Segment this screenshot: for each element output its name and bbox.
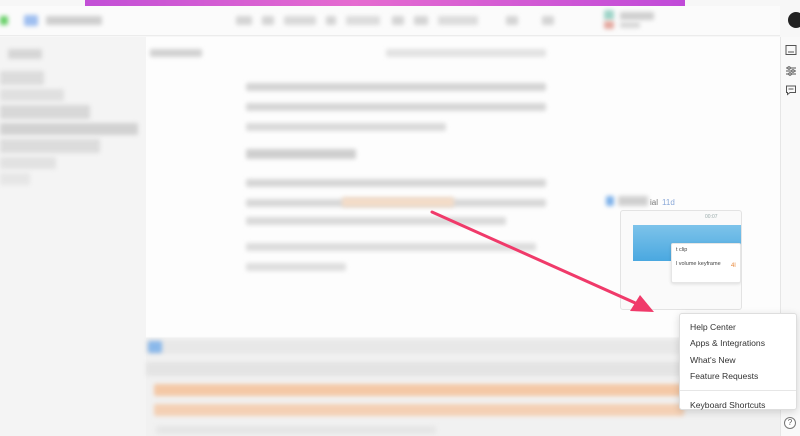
comment-icon[interactable] bbox=[784, 83, 798, 97]
doc-text-line bbox=[246, 217, 506, 225]
preview-tag: 4l bbox=[731, 263, 736, 269]
preview-menu-line: t clip bbox=[676, 247, 688, 253]
doc-text-line bbox=[246, 83, 546, 91]
sliders-icon[interactable] bbox=[784, 64, 798, 78]
preview-timecode: 00:07 bbox=[705, 214, 718, 220]
top-bar bbox=[0, 6, 780, 36]
collaborator-avatar[interactable] bbox=[604, 21, 614, 29]
status-indicator bbox=[0, 16, 8, 25]
user-avatar[interactable] bbox=[788, 12, 800, 28]
toolbar-item[interactable] bbox=[326, 16, 336, 25]
help-menu: Help Center Apps & Integrations What's N… bbox=[679, 313, 797, 410]
doc-breadcrumb[interactable] bbox=[150, 49, 202, 57]
comment-avatar[interactable] bbox=[606, 196, 614, 206]
toolbar-item[interactable] bbox=[236, 16, 252, 25]
help-icon[interactable]: ? bbox=[784, 417, 796, 429]
toolbar-item[interactable] bbox=[284, 16, 316, 25]
doc-text-line bbox=[246, 103, 546, 111]
comment-author-suffix: ial bbox=[650, 198, 659, 207]
doc-highlight bbox=[342, 197, 454, 207]
doc-text-line bbox=[246, 179, 546, 187]
app-window: ial 11d 00:07 t clip l volume keyframe 4l bbox=[0, 0, 800, 436]
doc-title[interactable] bbox=[46, 16, 102, 25]
collaborator-name bbox=[620, 12, 654, 20]
timeline-clip[interactable] bbox=[154, 384, 684, 396]
left-sidebar bbox=[0, 37, 146, 436]
sidebar-item[interactable] bbox=[0, 173, 30, 185]
doc-heading bbox=[246, 149, 356, 159]
comment-time: 11d bbox=[662, 198, 675, 207]
toolbar-item[interactable] bbox=[346, 16, 380, 25]
comment-author bbox=[618, 196, 648, 206]
menu-item-keyboard-shortcuts[interactable]: Keyboard Shortcuts bbox=[680, 397, 796, 413]
sidebar-item[interactable] bbox=[8, 49, 42, 59]
toolbar-item[interactable] bbox=[506, 16, 518, 25]
app-logo[interactable] bbox=[24, 15, 38, 26]
menu-item-feature-requests[interactable]: Feature Requests bbox=[680, 368, 796, 384]
sidebar-item[interactable] bbox=[0, 123, 138, 135]
sidebar-item[interactable] bbox=[0, 139, 100, 153]
sidebar-item[interactable] bbox=[0, 157, 56, 169]
collaborator-avatar[interactable] bbox=[604, 10, 614, 20]
doc-text-line bbox=[246, 123, 446, 131]
collaborator-name bbox=[620, 22, 640, 28]
doc-text-line bbox=[246, 263, 346, 271]
preview-menu-line: l volume keyframe bbox=[676, 261, 721, 267]
timeline-clip[interactable] bbox=[154, 404, 684, 416]
sidebar-item[interactable] bbox=[0, 89, 64, 101]
menu-item-help-center[interactable]: Help Center bbox=[680, 319, 796, 335]
doc-breadcrumb[interactable] bbox=[386, 49, 546, 57]
toolbar-item[interactable] bbox=[392, 16, 404, 25]
menu-item-apps-integrations[interactable]: Apps & Integrations bbox=[680, 335, 796, 351]
timeline-clip[interactable] bbox=[156, 426, 436, 434]
menu-item-whats-new[interactable]: What's New bbox=[680, 352, 796, 368]
menu-divider bbox=[680, 389, 796, 391]
panel-icon[interactable] bbox=[784, 43, 798, 57]
toolbar-item[interactable] bbox=[438, 16, 478, 25]
comment-header: ial 11d bbox=[650, 198, 675, 207]
sidebar-item[interactable] bbox=[0, 71, 44, 85]
toolbar-item[interactable] bbox=[542, 16, 554, 25]
doc-text-line bbox=[246, 243, 536, 251]
toolbar-item[interactable] bbox=[414, 16, 428, 25]
toolbar-item[interactable] bbox=[262, 16, 274, 25]
sidebar-item[interactable] bbox=[0, 105, 90, 119]
timeline-marker[interactable] bbox=[148, 341, 162, 353]
clip-preview-thumbnail[interactable]: 00:07 t clip l volume keyframe 4l bbox=[620, 210, 742, 310]
